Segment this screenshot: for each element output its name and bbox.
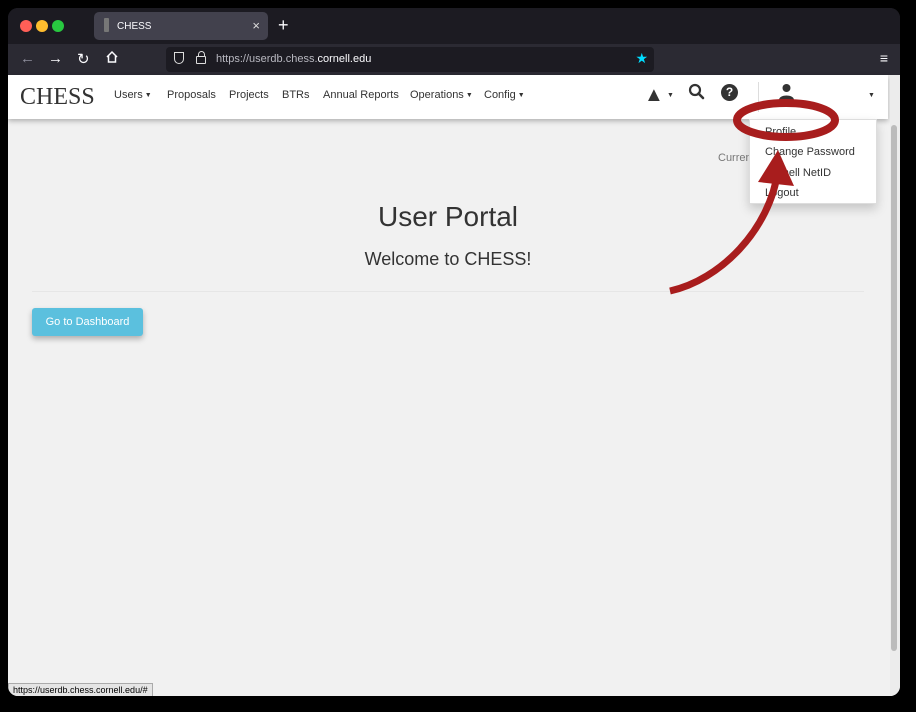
close-tab-button[interactable]: × bbox=[252, 18, 260, 33]
page-subtitle: Welcome to CHESS! bbox=[364, 249, 532, 269]
maximize-window-button[interactable] bbox=[52, 20, 64, 32]
nav-item-operations[interactable]: Operations ▼ bbox=[410, 89, 473, 101]
user-menu-caret-icon[interactable]: ▼ bbox=[868, 92, 875, 99]
close-window-button[interactable] bbox=[20, 20, 32, 32]
browser-tab[interactable]: CHESS × bbox=[94, 12, 268, 40]
chevron-down-icon[interactable]: ▼ bbox=[667, 92, 674, 99]
navbar-divider bbox=[758, 82, 759, 112]
currently-text: Curren bbox=[718, 152, 752, 164]
nav-item-proposals[interactable]: Proposals bbox=[167, 89, 216, 101]
hamburger-menu-icon[interactable]: ≡ bbox=[880, 50, 888, 66]
help-icon[interactable]: ? bbox=[721, 84, 738, 101]
nav-item-btrs[interactable]: BTRs bbox=[282, 89, 310, 101]
menu-item-change-password[interactable]: Change Password bbox=[765, 146, 855, 158]
star-icon[interactable]: ★ bbox=[635, 50, 648, 67]
nav-item-projects[interactable]: Projects bbox=[229, 89, 269, 101]
go-to-dashboard-button[interactable]: Go to Dashboard bbox=[32, 308, 143, 336]
site-navbar: CHESS Users ▼ Proposals Projects BTRs Ann… bbox=[8, 75, 888, 119]
user-icon[interactable] bbox=[778, 83, 795, 105]
page-content: CHESS Users ▼ Proposals Projects BTRs Ann… bbox=[8, 75, 900, 696]
divider bbox=[32, 291, 864, 292]
forward-arrow-icon[interactable]: → bbox=[48, 50, 63, 67]
menu-item-logout[interactable]: Logout bbox=[765, 187, 799, 199]
nav-item-users[interactable]: Users ▼ bbox=[114, 89, 152, 101]
page-title: User Portal bbox=[377, 201, 519, 232]
nav-item-config[interactable]: Config ▼ bbox=[484, 89, 525, 101]
menu-item-profile[interactable]: Profile bbox=[765, 126, 796, 138]
menu-item-cornell-netid[interactable]: Cornell NetID bbox=[765, 167, 831, 179]
tab-bar: CHESS × + bbox=[8, 8, 900, 44]
lock-icon[interactable] bbox=[196, 51, 206, 64]
minimize-window-button[interactable] bbox=[36, 20, 48, 32]
home-icon[interactable] bbox=[105, 50, 119, 68]
search-icon[interactable] bbox=[688, 83, 705, 105]
url-text[interactable]: https://userdb.chess.cornell.edu bbox=[216, 53, 371, 65]
nav-item-annual-reports[interactable]: Annual Reports bbox=[323, 89, 399, 101]
status-bar-url: https://userdb.chess.cornell.edu/# bbox=[8, 683, 153, 696]
user-dropdown-menu: Profile Change Password Cornell NetID Lo… bbox=[749, 119, 877, 204]
scrollbar-thumb[interactable] bbox=[891, 125, 897, 651]
browser-window: CHESS × + ← → ↻ https://userdb.chess.cor… bbox=[8, 8, 900, 696]
tab-title: CHESS bbox=[117, 21, 152, 32]
back-arrow-icon[interactable]: ← bbox=[20, 50, 35, 67]
new-tab-button[interactable]: + bbox=[278, 15, 289, 36]
address-bar[interactable]: https://userdb.chess.cornell.edu ★ bbox=[166, 47, 654, 72]
shield-icon[interactable] bbox=[174, 52, 184, 64]
browser-toolbar: ← → ↻ https://userdb.chess.cornell.edu ★… bbox=[8, 44, 900, 75]
reload-icon[interactable]: ↻ bbox=[77, 50, 90, 68]
favicon-icon bbox=[104, 18, 109, 32]
brand-logo[interactable]: CHESS bbox=[20, 84, 95, 111]
warning-icon[interactable]: ▲ bbox=[644, 84, 664, 107]
